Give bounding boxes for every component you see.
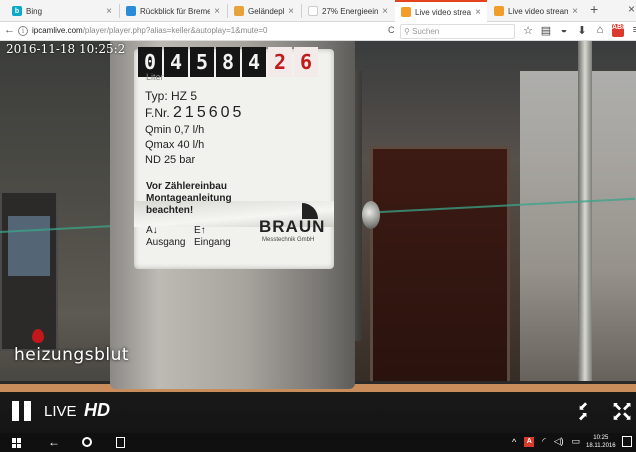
meter-qmax: Qmax 40 l/h [145,139,205,151]
flame-icon [494,6,504,16]
meter-unit: Liter [146,72,164,82]
flame-icon [401,7,411,17]
meter-serial-prefix: F.Nr. [145,106,170,120]
browser-tab-bar: b Bing × Rückblick für Bremen - ... × Ge… [0,0,636,22]
background-tv-screen [8,216,50,276]
reload-icon[interactable]: C [388,25,395,35]
new-tab-button[interactable]: + [590,1,598,17]
tab-bing[interactable]: b Bing × [6,0,118,22]
meter-digit-red: 2 [268,47,292,77]
meter-digit: 8 [216,47,240,77]
close-icon[interactable]: × [214,6,220,17]
video-timestamp: 2016-11-18 10:25:2 [6,42,126,56]
background-door [370,146,510,386]
video-stream[interactable]: 0 4 5 8 4 2 6 Liter Typ: HZ 5 F.Nr. 2156… [0,41,636,433]
bing-icon: b [12,6,22,16]
clock-time: 10:25 [593,435,609,441]
tab-label: Bing [26,6,43,16]
shrink-icon[interactable]: ⬋ ⬈ [578,400,588,422]
toolbar-icons: ☆ ▤ ◒ ⬇ ⌂ ABP ≡ [522,24,636,37]
system-clock[interactable]: 10:25 18.11.2016 [586,434,616,450]
clock-date: 18.11.2016 [586,443,616,449]
close-icon[interactable]: × [475,7,481,18]
meter-type: Typ: HZ 5 [145,89,198,103]
watermark: heizungsblut [14,345,130,365]
search-input[interactable]: ⚲ Suchen [400,24,515,39]
taskbar: ← ^ A ◜ ◁) ▭ 10:25 18.11.2016 [0,433,636,452]
close-icon[interactable]: × [572,6,578,17]
progress-bar[interactable] [0,389,636,392]
navigation-toolbar: ← i ipcamlive.com/player/player.php?alia… [0,22,636,41]
hd-toggle[interactable]: HD [84,400,110,421]
brand-subtitle: Messtechnik GmbH [262,237,315,243]
search-icon: ⚲ [404,27,410,36]
keyboard-icon[interactable]: ▭ [572,436,581,447]
tab-label: Live video stream [415,7,472,17]
url-path: /player/player.php?alias=keller&autoplay… [82,26,268,35]
tab-live-video-active[interactable]: Live video stream × [395,0,487,22]
get-icon [234,6,244,16]
meter-digits: 0 4 5 8 4 2 6 [138,47,318,77]
close-icon[interactable]: × [288,6,294,17]
close-icon[interactable]: × [382,6,388,17]
back-arrow-icon[interactable]: ← [4,24,15,36]
volume-icon[interactable]: ◁) [554,436,564,447]
menu-icon[interactable]: ≡ [630,24,636,37]
adblock-tray-icon[interactable]: A [524,436,535,447]
live-label: LIVE [44,403,77,420]
pause-icon[interactable] [12,401,32,421]
pocket-icon[interactable]: ◒ [558,24,570,37]
chevron-up-icon[interactable]: ^ [512,437,516,447]
info-icon[interactable]: i [18,26,28,36]
download-icon[interactable]: ⬇ [576,24,588,37]
fullscreen-icon[interactable]: ⬉⬈ ⬋⬊ [612,400,632,422]
search-placeholder: Suchen [412,27,440,36]
meter-ausgang: A↓ Ausgang [146,225,186,248]
meter-serial-value: 215605 [173,104,245,121]
notification-icon[interactable] [622,436,632,447]
network-icon[interactable]: ◜ [542,436,546,447]
page-icon [308,6,318,16]
clipboard-icon[interactable]: ▤ [540,24,552,37]
tab-rueckblick[interactable]: Rückblick für Bremen - ... × [120,0,226,22]
task-view-icon[interactable] [116,437,125,448]
cortana-icon[interactable] [82,437,92,447]
bookmark-star-icon[interactable]: ☆ [522,24,534,37]
meter-digit: 5 [190,47,214,77]
windows-start-icon[interactable] [12,438,22,448]
tab-label: Live video stream [508,6,569,16]
meter-eingang: E↑ Eingang [194,225,231,248]
tab-label: Rückblick für Bremen - ... [140,6,211,16]
close-window-icon[interactable]: × [628,2,635,16]
tab-energieeinsparung[interactable]: 27% Energieeinsparung - Hei... × [302,0,394,22]
system-tray: ^ A ◜ ◁) ▭ [512,436,580,447]
background-pipe [578,41,592,433]
brand-name: BRAUN [259,217,326,236]
meter-serial: F.Nr. 215605 [145,104,244,122]
tab-label: 27% Energieeinsparung - Hei... [322,6,379,16]
player-controls: LIVE HD ⬋ ⬈ ⬉⬈ ⬋⬊ [0,389,636,433]
home-icon[interactable]: ⌂ [594,24,606,37]
camera-icon [126,6,136,16]
meter-nd: ND 25 bar [145,154,196,166]
adblock-icon[interactable]: ABP [612,24,627,37]
meter-digit: 4 [242,47,266,77]
meter-knob [362,201,380,229]
meter-digit: 4 [164,47,188,77]
tab-gelaendeplan[interactable]: Geländeplan - GET Nord × [228,0,300,22]
blood-drop-icon [32,329,44,343]
url-host: ipcamlive.com [32,26,83,35]
meter-qmin: Qmin 0,7 l/h [145,124,205,136]
back-arrow-icon[interactable]: ← [48,435,60,449]
close-icon[interactable]: × [106,6,112,17]
meter-warning: Vor Zählereinbau Montageanleitung beacht… [146,181,232,216]
tab-live-video[interactable]: Live video stream × [488,0,584,22]
url-field[interactable]: ipcamlive.com/player/player.php?alias=ke… [32,26,267,35]
meter-digit-red: 6 [294,47,318,77]
tab-label: Geländeplan - GET Nord [248,6,284,16]
